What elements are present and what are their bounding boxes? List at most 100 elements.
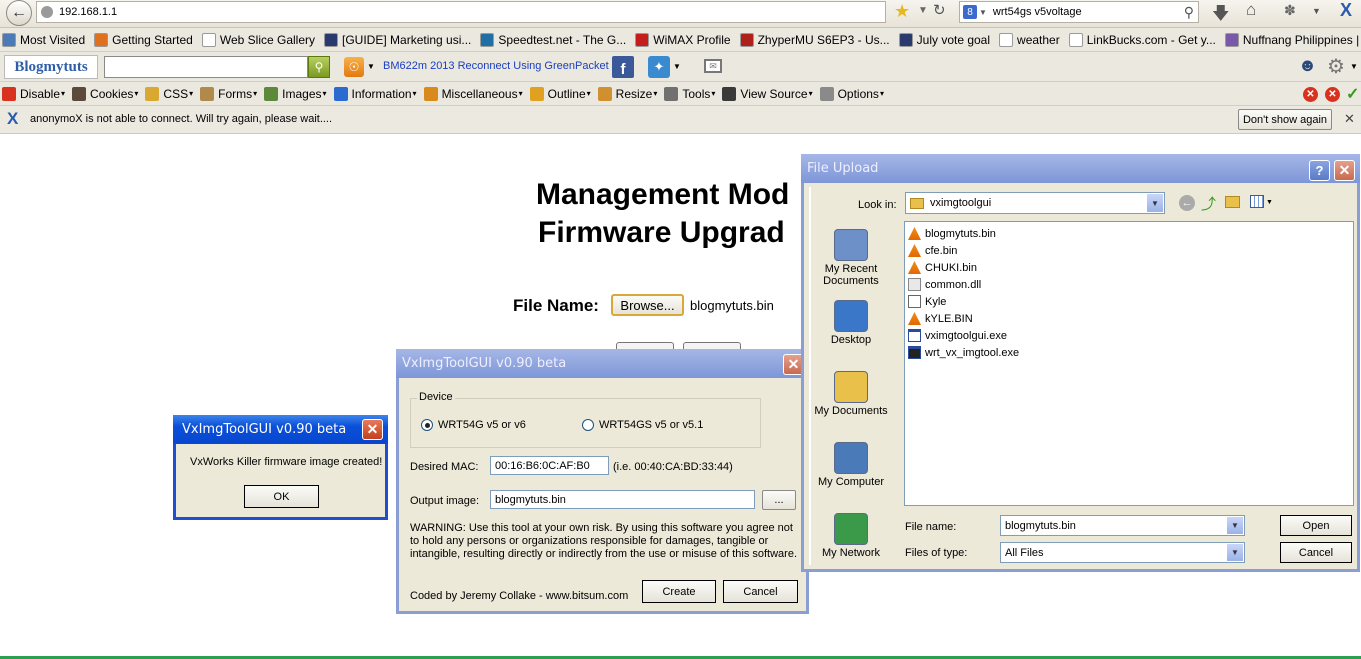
upload-cancel-button[interactable]: Cancel <box>1280 542 1352 563</box>
view-menu-icon[interactable] <box>1250 195 1264 208</box>
dropdown-arrow-icon[interactable]: ▼ <box>1147 194 1163 212</box>
message-box-titlebar: VxImgToolGUI v0.90 beta <box>173 415 388 444</box>
toolbar-link[interactable]: BM622m 2013 Reconnect Using GreenPacket <box>383 60 609 72</box>
back-button[interactable]: ← <box>6 0 32 26</box>
toolbar-logo[interactable]: Blogmytuts <box>4 55 98 79</box>
bookmark-linkbucks-com-get-y[interactable]: LinkBucks.com - Get y... <box>1068 32 1216 47</box>
radio-wrt54g[interactable]: WRT54G v5 or v6 <box>421 419 526 431</box>
file-item[interactable]: Kyle <box>908 293 1350 310</box>
devtool-cookies-menu[interactable]: Cookies ▾ <box>72 86 138 101</box>
up-folder-icon[interactable]: ⤴ <box>1201 193 1216 214</box>
output-browse-button[interactable]: ... <box>762 490 796 510</box>
bookmark-guide-marketing-usi[interactable]: [GUIDE] Marketing usi... <box>324 32 471 47</box>
devbar-check-icon[interactable]: ✓ <box>1346 84 1359 104</box>
output-input[interactable]: blogmytuts.bin <box>490 490 755 509</box>
dropdown-arrow-icon[interactable]: ▼ <box>1227 517 1243 534</box>
bookmark-nuffnang-philippines[interactable]: Nuffnang Philippines | ... <box>1224 32 1361 47</box>
file-item[interactable]: CHUKI.bin <box>908 259 1350 276</box>
devtool-view-source-menu[interactable]: View Source ▾ <box>722 86 813 101</box>
search-engine-icon[interactable]: 8 <box>963 5 977 19</box>
rss-dropdown-icon[interactable]: ▼ <box>367 62 375 71</box>
devtool-options-menu[interactable]: Options ▾ <box>819 86 884 101</box>
file-name-combo[interactable]: blogmytuts.bin ▼ <box>1000 515 1245 536</box>
bookmark-web-slice-gallery[interactable]: Web Slice Gallery <box>201 32 315 47</box>
devtool-miscellaneous-menu[interactable]: Miscellaneous ▾ <box>423 86 523 101</box>
bookmark-label: weather <box>1017 32 1060 47</box>
mail-icon[interactable]: ✉ <box>704 59 722 73</box>
devtool-disable-menu[interactable]: Disable ▾ <box>2 86 65 101</box>
rss-icon[interactable]: ☉ <box>344 57 364 77</box>
file-item[interactable]: wrt_vx_imgtool.exe <box>908 344 1350 361</box>
bookmark-weather[interactable]: weather <box>999 32 1060 47</box>
devbar-error-icon[interactable]: ✕ <box>1325 87 1340 102</box>
place-my-network[interactable]: My Network <box>807 513 895 559</box>
search-bar[interactable]: 8 ▼ wrt54gs v5voltage ⚲ <box>959 1 1199 23</box>
facebook-icon[interactable]: f <box>612 56 634 78</box>
devtool-forms-menu[interactable]: Forms ▾ <box>200 86 257 101</box>
file-item[interactable]: blogmytuts.bin <box>908 225 1350 242</box>
menu-dropdown-icon[interactable]: ▼ <box>1312 6 1321 16</box>
twitter-dropdown-icon[interactable]: ▼ <box>673 62 681 71</box>
cancel-button[interactable]: Cancel <box>723 580 798 603</box>
bookmark-star-icon[interactable]: ★ <box>894 1 910 22</box>
bookmark-most-visited[interactable]: Most Visited <box>2 32 85 47</box>
url-bar[interactable]: 192.168.1.1 <box>36 1 886 23</box>
toolbar-search-input[interactable] <box>104 56 308 78</box>
gear-icon[interactable]: ⚙ <box>1327 54 1345 79</box>
devtool-outline-menu[interactable]: Outline ▾ <box>529 86 591 101</box>
view-dropdown-icon[interactable]: ▼ <box>1266 199 1273 206</box>
ok-button[interactable]: OK <box>244 485 319 508</box>
gear-dropdown-icon[interactable]: ▼ <box>1350 62 1358 71</box>
devtool-css-menu[interactable]: CSS ▾ <box>145 86 193 101</box>
radio-button-selected[interactable] <box>421 419 433 431</box>
dropdown-arrow-icon[interactable]: ▼ <box>918 5 928 16</box>
look-in-select[interactable]: vximgtoolgui ▼ <box>905 192 1165 214</box>
bookmark-speedtest-net-the-g[interactable]: Speedtest.net - The G... <box>480 32 626 47</box>
open-button[interactable]: Open <box>1280 515 1352 536</box>
addon-bug-icon[interactable]: ✽ <box>1284 2 1296 19</box>
dropdown-arrow-icon[interactable]: ▼ <box>1227 544 1243 561</box>
user-toolbar-icon[interactable]: ☻ <box>1298 55 1317 76</box>
search-input[interactable]: wrt54gs v5voltage <box>993 6 1184 18</box>
download-icon[interactable]: 🡇 <box>1212 1 1229 30</box>
devtool-tools-menu[interactable]: Tools ▾ <box>664 86 715 101</box>
bookmark-getting-started[interactable]: Getting Started <box>94 32 193 47</box>
mac-input[interactable]: 00:16:B6:0C:AF:B0 <box>490 456 609 475</box>
new-folder-icon[interactable] <box>1225 196 1240 208</box>
bookmark-july-vote-goal[interactable]: July vote goal <box>898 32 990 47</box>
message-box-close-button[interactable]: ✕ <box>362 419 383 440</box>
file-list[interactable]: blogmytuts.bin cfe.bin CHUKI.bin common.dll… <box>904 221 1354 506</box>
place-my-documents[interactable]: My Documents <box>807 371 895 417</box>
twitter-icon[interactable]: ✦ <box>648 56 670 78</box>
file-item[interactable]: vximgtoolgui.exe <box>908 327 1350 344</box>
place-desktop[interactable]: Desktop <box>807 300 895 346</box>
dont-show-again-button[interactable]: Don't show again <box>1238 109 1332 130</box>
create-button[interactable]: Create <box>642 580 716 603</box>
file-item[interactable]: kYLE.BIN <box>908 310 1350 327</box>
browse-button[interactable]: Browse... <box>611 294 684 316</box>
radio-wrt54gs[interactable]: WRT54GS v5 or v5.1 <box>582 419 703 431</box>
toolbar-search-button[interactable]: ⚲ <box>308 56 330 78</box>
file-upload-close-button[interactable]: ✕ <box>1334 160 1355 181</box>
search-engine-dropdown-icon[interactable]: ▼ <box>979 8 987 17</box>
place-my-computer[interactable]: My Computer <box>807 442 895 488</box>
back-nav-icon[interactable]: ← <box>1179 195 1195 211</box>
file-type-select[interactable]: All Files ▼ <box>1000 542 1245 563</box>
devtool-resize-menu[interactable]: Resize ▾ <box>597 86 657 101</box>
devtool-information-menu[interactable]: Information ▾ <box>333 86 417 101</box>
radio-button-unselected[interactable] <box>582 419 594 431</box>
file-item[interactable]: common.dll <box>908 276 1350 293</box>
reload-icon[interactable]: ↻ <box>933 1 946 19</box>
home-icon[interactable]: ⌂ <box>1246 0 1256 20</box>
bookmark-wimax-profile[interactable]: WiMAX Profile <box>635 32 731 47</box>
devtool-images-menu[interactable]: Images ▾ <box>264 86 327 101</box>
search-icon[interactable]: ⚲ <box>1184 4 1194 21</box>
place-my-recent-documents[interactable]: My Recent Documents <box>807 229 895 287</box>
look-in-label: Look in: <box>858 199 897 211</box>
help-button[interactable]: ? <box>1309 160 1330 181</box>
anonymox-icon[interactable]: X <box>1340 0 1352 21</box>
notification-close-icon[interactable]: ✕ <box>1344 111 1355 127</box>
bookmark-zhypermu-s6ep3-us[interactable]: ZhyperMU S6EP3 - Us... <box>739 32 890 47</box>
devbar-close-icon[interactable]: ✕ <box>1303 87 1318 102</box>
file-item[interactable]: cfe.bin <box>908 242 1350 259</box>
